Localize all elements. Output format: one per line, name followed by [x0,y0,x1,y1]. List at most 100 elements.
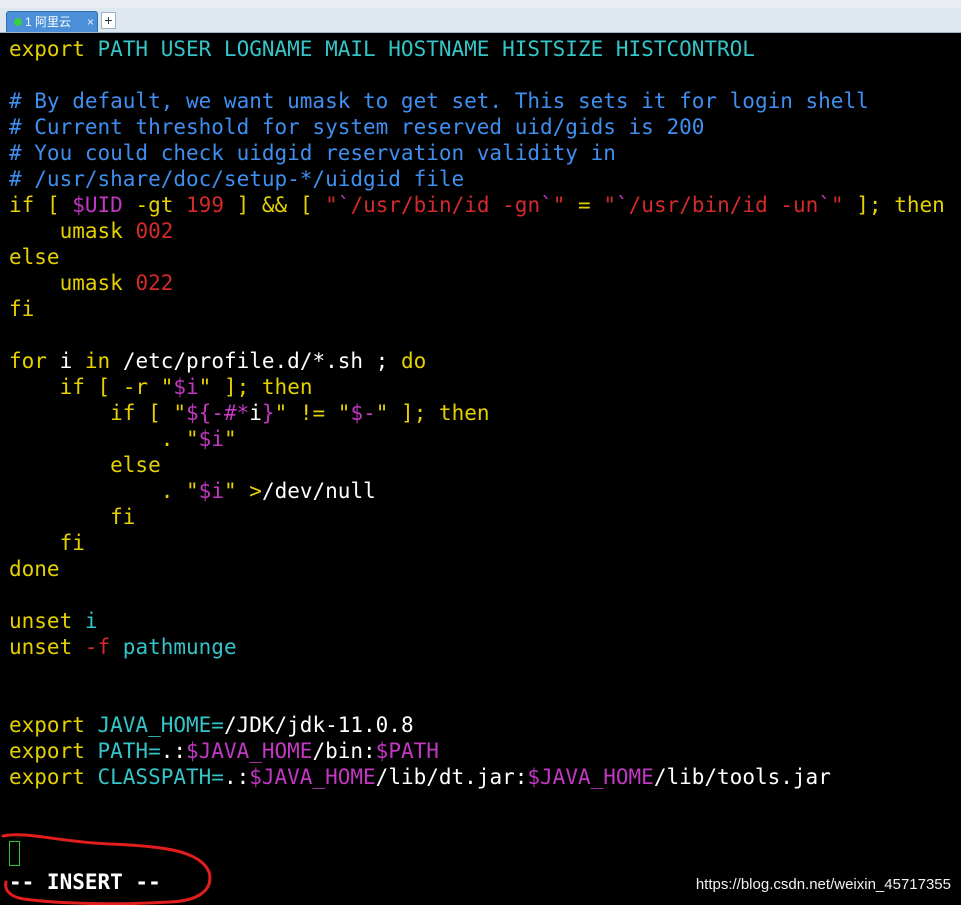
code-token: ] && [ [223,193,326,217]
code-token: $UID [72,193,123,217]
code-token: .: [160,739,187,763]
code-token: " [337,401,351,425]
code-token: else [9,453,161,477]
code-token: " [375,401,389,425]
code-line: unset -f pathmunge [9,634,945,660]
code-token: $i [198,479,224,503]
code-token: i [72,609,98,633]
code-line: # /usr/share/doc/setup-*/uidgid file [9,166,945,192]
code-token: done [9,557,60,581]
code-token: . [9,479,187,503]
code-token: # You could check uidgid reservation val… [9,141,616,165]
code-token: if [9,193,35,217]
code-token: " [223,479,237,503]
tab-strip: 1 阿里云 × + [0,8,961,33]
code-token: export [9,739,85,763]
code-line: export JAVA_HOME=/JDK/jdk-11.0.8 [9,712,945,738]
insert-mode-indicator: -- INSERT -- [9,870,161,894]
code-token: /usr/bin/id -un [628,193,819,217]
code-token: $- [350,401,376,425]
code-token: [ [34,193,73,217]
tab-label: 1 阿里云 [25,15,72,29]
code-token: PATH USER LOGNAME MAIL HOSTNAME HISTSIZE… [84,37,755,61]
code-token: " [186,427,199,451]
code-line: umask 002 [9,218,945,244]
session-tab[interactable]: 1 阿里云 × [6,11,98,32]
code-line: if [ "${-#*i}" != "$-" ]; then [9,400,945,426]
code-token: /JDK/jdk-11.0.8 [223,713,414,737]
code-token: fi [9,531,85,555]
code-token: ]; [211,375,262,399]
code-line: export PATH USER LOGNAME MAIL HOSTNAME H… [9,36,945,62]
code-lines: export PATH USER LOGNAME MAIL HOSTNAME H… [9,36,945,790]
code-token: .: [223,765,250,789]
code-token: = [565,193,604,217]
code-token: ${-#* [186,401,250,425]
code-token: then [894,193,945,217]
code-token: ]; [843,193,895,217]
watermark: https://blog.csdn.net/weixin_45717355 [695,876,951,893]
code-token: if [9,401,136,425]
code-token: ` [818,193,831,217]
code-token: " [830,193,844,217]
code-line: if [ $UID -gt 199 ] && [ "`/usr/bin/id -… [9,192,945,218]
code-token: " [160,375,174,399]
code-line: unset i [9,608,945,634]
code-token: 002 [135,219,174,243]
green-dot-icon [14,18,22,26]
text-cursor [9,841,20,866]
code-line: for i in /etc/profile.d/*.sh ; do [9,348,945,374]
code-token: JAVA_HOME= [84,713,224,737]
code-token: > [249,479,262,503]
code-token: fi [9,505,136,529]
code-token: /dev/null [261,479,376,503]
code-token: $PATH [375,739,439,763]
code-token: " [198,375,212,399]
code-token: /usr/bin/id -gn [350,193,541,217]
code-token: export [9,713,85,737]
code-token: $JAVA_HOME [249,765,376,789]
code-token: " [186,479,199,503]
code-token: # Current threshold for system reserved … [9,115,705,139]
code-token: 022 [135,271,174,295]
code-token: ` [540,193,553,217]
code-token: fi [9,297,35,321]
code-token: " [274,401,288,425]
code-line: export CLASSPATH=.:$JAVA_HOME/lib/dt.jar… [9,764,945,790]
code-token: umask [9,219,136,243]
code-token: CLASSPATH= [84,765,224,789]
code-line: . "$i" >/dev/null [9,478,945,504]
code-token: /bin: [312,739,376,763]
code-line: . "$i" [9,426,945,452]
close-icon[interactable]: × [87,12,94,32]
code-token: unset [9,635,73,659]
code-token: if [9,375,85,399]
code-token: unset [9,609,73,633]
code-token: in [84,349,111,373]
plus-icon[interactable]: + [101,12,116,29]
code-token: i [249,401,262,425]
code-token: } [261,401,275,425]
code-token: " [325,193,338,217]
code-token: -gt [122,193,187,217]
code-token: # /usr/share/doc/setup-*/uidgid file [9,167,465,191]
code-line: export PATH=.:$JAVA_HOME/bin:$PATH [9,738,945,764]
code-token: do [400,349,427,373]
code-token: . [9,427,187,451]
code-token: $i [173,375,199,399]
code-token: ` [337,193,351,217]
code-line: done [9,556,945,582]
code-token: " [603,193,616,217]
code-token: [ [135,401,174,425]
code-line: # By default, we want umask to get set. … [9,88,945,114]
window-title-bar [0,0,961,8]
code-token: " [173,401,187,425]
code-token: $JAVA_HOME [527,765,654,789]
code-token: /lib/tools.jar [653,765,831,789]
code-token: /etc/profile.d/*.sh ; [110,349,401,373]
code-token: umask [9,271,136,295]
terminal-editor[interactable]: export PATH USER LOGNAME MAIL HOSTNAME H… [5,33,961,905]
